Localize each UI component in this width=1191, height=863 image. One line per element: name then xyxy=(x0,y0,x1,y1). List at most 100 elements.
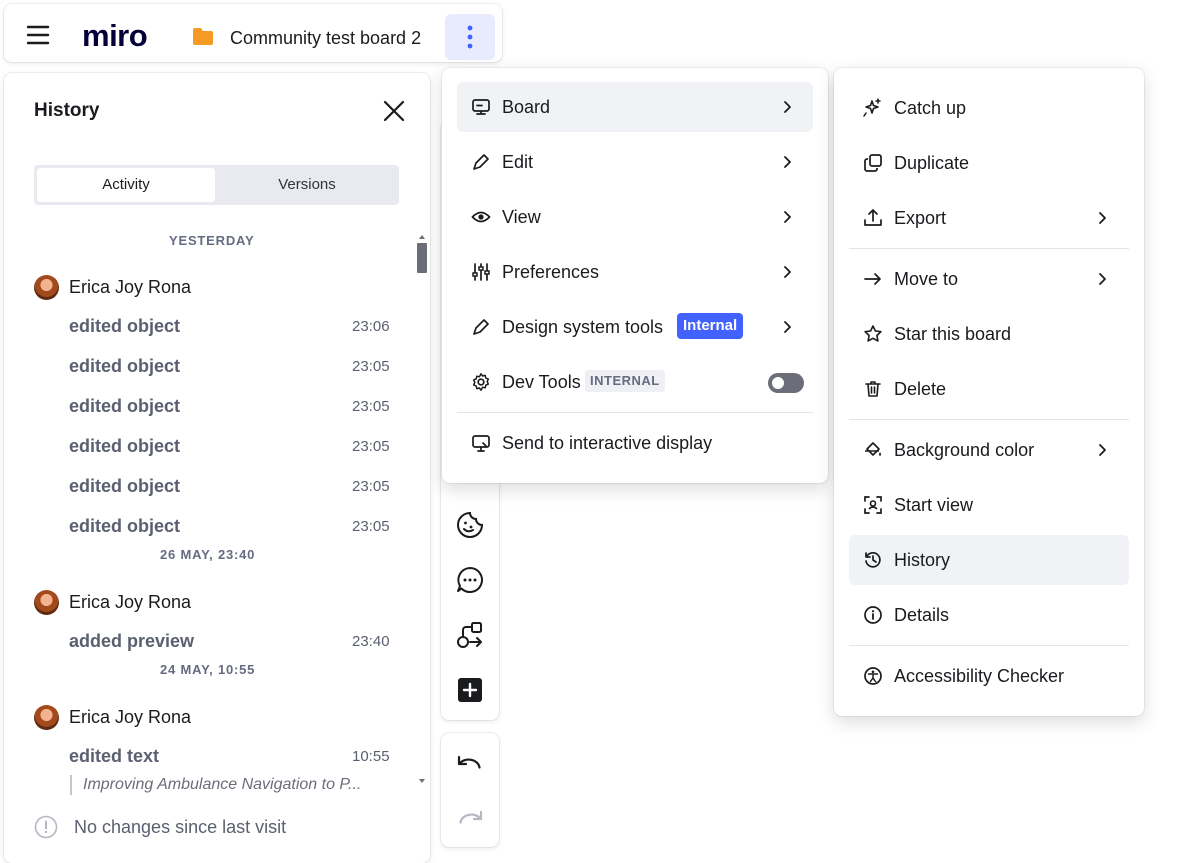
diagram-tool-button[interactable] xyxy=(453,618,487,652)
chevron-right-icon xyxy=(784,101,791,113)
tab-activity[interactable]: Activity xyxy=(37,168,215,202)
menu-item-label: Preferences xyxy=(502,262,600,282)
activity-time: 23:05 xyxy=(352,358,390,375)
menu-item-delete[interactable]: Delete xyxy=(849,364,1129,414)
plus-square-icon xyxy=(458,678,482,702)
menu-item-export[interactable]: Export xyxy=(849,193,1129,243)
more-vertical-icon xyxy=(467,25,473,49)
sparkle-icon xyxy=(863,98,881,117)
history-panel: History Activity Versions YESTERDAY Eric… xyxy=(4,73,430,863)
frame-icon xyxy=(864,496,882,514)
activity-text[interactable]: edited object xyxy=(69,394,180,418)
history-tabs: Activity Versions xyxy=(34,165,399,205)
menu-item-label: View xyxy=(502,207,541,227)
star-icon xyxy=(864,325,882,342)
menu-item-details[interactable]: Details xyxy=(849,590,1129,640)
activity-text[interactable]: edited object xyxy=(69,354,180,378)
close-icon xyxy=(383,100,405,122)
chevron-right-icon xyxy=(784,321,791,333)
sticker-tool-button[interactable] xyxy=(453,508,487,542)
duplicate-icon xyxy=(864,154,882,172)
avatar xyxy=(34,275,59,300)
redo-button[interactable] xyxy=(453,800,487,834)
menu-item-catch-up[interactable]: Catch up xyxy=(849,83,1129,133)
activity-time: 10:55 xyxy=(352,748,390,765)
board-more-button[interactable] xyxy=(445,14,495,60)
menu-item-start-view[interactable]: Start view xyxy=(849,480,1129,530)
menu-item-label: Design system tools xyxy=(502,317,664,337)
user-name: Erica Joy Rona xyxy=(69,277,192,297)
internal-badge: Internal xyxy=(677,313,744,339)
menu-divider xyxy=(849,248,1129,249)
menu-item-accessibility-checker[interactable]: Accessibility Checker xyxy=(849,651,1129,701)
menu-item-label: Start view xyxy=(894,495,974,515)
menu-item-label: Dev Tools xyxy=(502,372,581,392)
avatar xyxy=(34,705,59,730)
menu-item-label: Move to xyxy=(894,269,959,289)
footer-status-text: No changes since last visit xyxy=(74,817,287,837)
trash-icon xyxy=(865,381,881,397)
activity-text[interactable]: added preview xyxy=(69,629,194,653)
menu-item-preferences[interactable]: Preferences xyxy=(457,247,813,297)
info-icon xyxy=(864,606,882,624)
gear-icon xyxy=(472,373,490,391)
more-tools-button[interactable] xyxy=(453,673,487,707)
sliders-icon xyxy=(472,263,490,281)
menu-item-background-color[interactable]: Background color xyxy=(849,425,1129,475)
menu-item-edit[interactable]: Edit xyxy=(457,137,813,187)
menu-item-duplicate[interactable]: Duplicate xyxy=(849,138,1129,188)
pen-icon xyxy=(473,154,489,170)
comment-icon xyxy=(457,567,483,593)
board-menu: Board Edit View Preferences Design syste… xyxy=(442,68,828,483)
activity-text[interactable]: edited text xyxy=(69,744,159,768)
close-button[interactable] xyxy=(382,99,406,123)
menu-item-history[interactable]: History xyxy=(849,535,1129,585)
board-title[interactable]: Community test board 2 xyxy=(230,26,421,50)
menu-item-label: Details xyxy=(894,605,950,625)
diagram-icon xyxy=(457,622,482,648)
chevron-right-icon xyxy=(784,211,791,223)
chevron-right-icon xyxy=(1099,212,1106,224)
menu-divider xyxy=(457,412,813,413)
menu-item-label: Background color xyxy=(894,440,1035,460)
menu-item-board[interactable]: Board xyxy=(457,82,813,132)
scrollbar-thumb[interactable] xyxy=(417,243,427,273)
text-quote: Improving Ambulance Navigation to P... xyxy=(70,775,395,795)
folder-icon xyxy=(191,26,215,46)
menu-item-view[interactable]: View xyxy=(457,192,813,242)
date-separator: 24 MAY, 10:55 xyxy=(160,662,256,677)
accessibility-icon xyxy=(864,667,882,685)
date-separator: 26 MAY, 23:40 xyxy=(160,547,256,562)
history-icon xyxy=(865,551,881,568)
panel-title: History xyxy=(34,100,100,121)
activity-time: 23:05 xyxy=(352,478,390,495)
dev-tools-toggle[interactable] xyxy=(768,373,804,393)
comment-tool-button[interactable] xyxy=(453,563,487,597)
undo-button[interactable] xyxy=(453,745,487,779)
board-icon xyxy=(472,99,490,115)
menu-item-label: Send to interactive display xyxy=(502,433,713,453)
menu-item-dev-tools[interactable]: Dev Tools INTERNAL xyxy=(457,357,813,407)
activity-time: 23:06 xyxy=(352,318,390,335)
eye-icon xyxy=(471,211,491,223)
menu-item-label: Export xyxy=(894,208,947,228)
menu-divider xyxy=(849,419,1129,420)
menu-item-label: Catch up xyxy=(894,98,967,118)
menu-item-move-to[interactable]: Move to xyxy=(849,254,1129,304)
activity-text[interactable]: edited object xyxy=(69,514,180,538)
activity-text[interactable]: edited object xyxy=(69,434,180,458)
tab-versions[interactable]: Versions xyxy=(218,168,396,202)
display-icon xyxy=(472,435,490,452)
menu-item-label: History xyxy=(894,550,951,570)
user-name: Erica Joy Rona xyxy=(69,592,192,612)
menu-item-star-board[interactable]: Star this board xyxy=(849,309,1129,359)
activity-text[interactable]: edited object xyxy=(69,474,180,498)
hamburger-menu-button[interactable] xyxy=(24,21,52,49)
paint-bucket-icon xyxy=(865,442,881,456)
menu-item-design-system-tools[interactable]: Design system tools Internal xyxy=(457,302,813,352)
scrollbar[interactable] xyxy=(417,233,427,785)
menu-item-send-to-display[interactable]: Send to interactive display xyxy=(457,418,813,468)
chevron-right-icon xyxy=(1099,444,1106,456)
activity-text[interactable]: edited object xyxy=(69,314,180,338)
pen-icon xyxy=(473,319,489,335)
